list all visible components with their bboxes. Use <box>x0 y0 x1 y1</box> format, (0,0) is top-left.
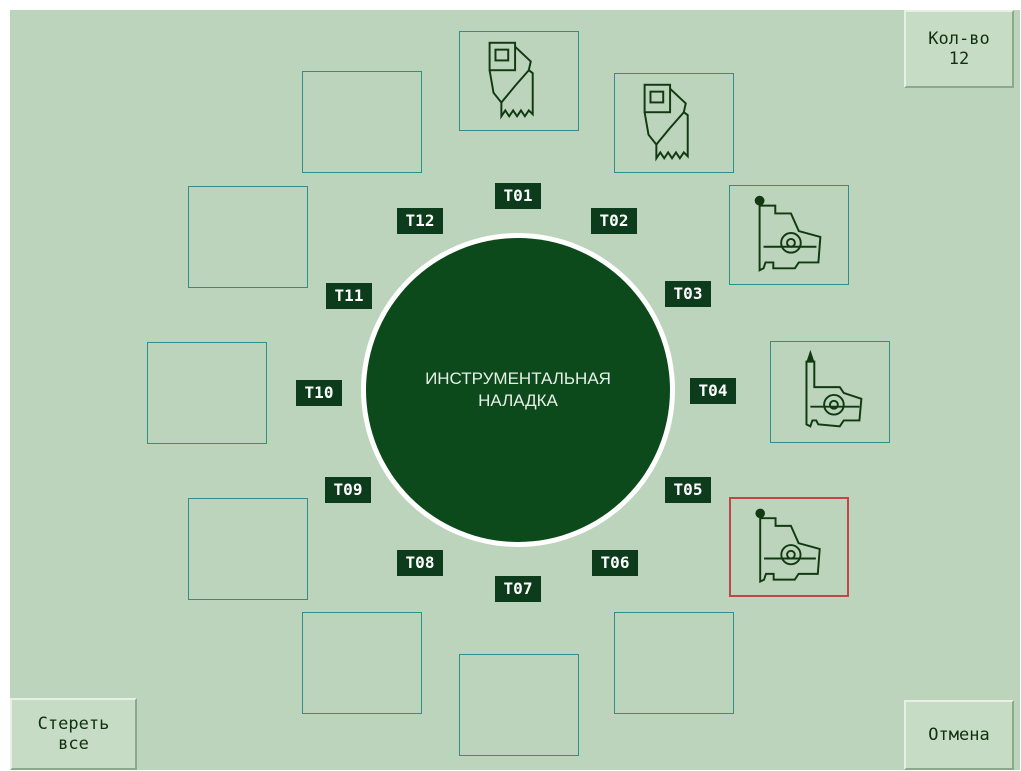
turning-tool-holder-icon <box>755 508 821 584</box>
tool-label-t09[interactable]: T09 <box>325 477 371 503</box>
tool-slot-t07[interactable] <box>459 654 579 756</box>
turret-disc: ИНСТРУМЕНТАЛЬНАЯ НАЛАДКА <box>366 238 670 542</box>
tool-label-t02[interactable]: T02 <box>591 208 637 234</box>
tool-count-value: 12 <box>948 49 970 69</box>
tool-slot-t03[interactable] <box>729 185 849 285</box>
tool-label-t05[interactable]: T05 <box>665 477 711 503</box>
clear-all-label-line1: Стереть <box>37 714 110 734</box>
tool-label-t07[interactable]: T07 <box>495 576 541 602</box>
tool-setup-screen: ИНСТРУМЕНТАЛЬНАЯ НАЛАДКА T01 T02 T03 T04… <box>10 10 1020 770</box>
tool-label-t08[interactable]: T08 <box>397 550 443 576</box>
tool-label-t11[interactable]: T11 <box>326 283 372 309</box>
tool-label-t04[interactable]: T04 <box>690 378 736 404</box>
turning-tool-holder-icon <box>754 195 822 272</box>
tool-slot-t11[interactable] <box>188 186 308 288</box>
tool-label-t03[interactable]: T03 <box>665 281 711 307</box>
tool-label-t01[interactable]: T01 <box>495 183 541 209</box>
tool-count-button[interactable]: Кол-во 12 <box>904 10 1014 88</box>
tool-count-label: Кол-во <box>928 29 990 49</box>
cancel-label: Отмена <box>928 725 990 745</box>
turret-title-line1: ИНСТРУМЕНТАЛЬНАЯ <box>425 369 611 388</box>
tool-slot-t09[interactable] <box>188 498 308 600</box>
tool-slot-t02[interactable] <box>614 73 734 173</box>
groove-tool-icon <box>643 83 689 162</box>
tool-slot-t01[interactable] <box>459 31 579 131</box>
tool-label-t06[interactable]: T06 <box>592 550 638 576</box>
clear-all-label-line2: все <box>58 734 89 754</box>
groove-tool-icon <box>488 41 534 120</box>
tool-slot-t08[interactable] <box>302 612 422 714</box>
clear-all-button[interactable]: Стереть все <box>10 698 137 770</box>
tool-slot-t12[interactable] <box>302 71 422 173</box>
drill-holder-icon <box>805 349 863 428</box>
cancel-button[interactable]: Отмена <box>904 700 1014 770</box>
tool-slot-t10[interactable] <box>147 342 267 444</box>
tool-label-t12[interactable]: T12 <box>397 208 443 234</box>
tool-slot-t04[interactable] <box>770 341 890 443</box>
tool-slot-t05[interactable] <box>729 497 849 597</box>
tool-label-t10[interactable]: T10 <box>296 380 342 406</box>
tool-slot-t06[interactable] <box>614 612 734 714</box>
turret-title-line2: НАЛАДКА <box>478 391 558 410</box>
